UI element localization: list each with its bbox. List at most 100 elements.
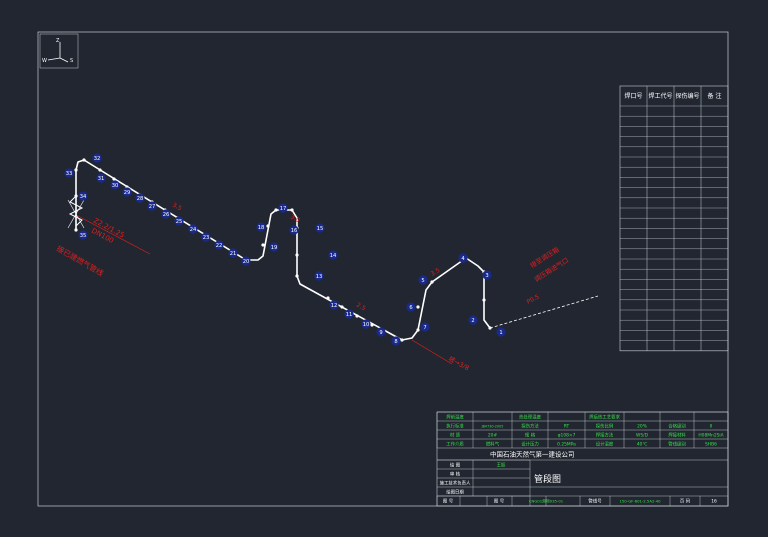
weld-dot (326, 296, 330, 300)
spec-cell-3-1: 燃料气 (486, 440, 500, 447)
weld-label-18: 18 (258, 225, 265, 231)
label-segment-top: 3.5 (171, 202, 183, 213)
spec-cell-1-5: 20% (637, 423, 647, 429)
role-label-0: 绘 图 (450, 461, 461, 468)
weld-label-9: 9 (379, 330, 382, 336)
spec-cell-1-7: II (710, 423, 713, 429)
weld-dot (266, 224, 270, 228)
weld-label-16: 16 (291, 228, 298, 234)
spec-cell-2-2: 规 格 (525, 431, 536, 438)
weld-label-34: 34 (80, 194, 87, 200)
weld-dot (74, 194, 78, 198)
label-origin-left: 接已建燃气管线 (55, 243, 106, 278)
company-name: 中国石油天然气第一建设公司 (490, 450, 575, 459)
label-bottom-slope: 坡→3/8 (447, 354, 471, 372)
weld-label-35: 35 (80, 233, 87, 239)
weld-label-15: 15 (317, 226, 324, 232)
weld-label-13: 13 (316, 274, 323, 280)
title-block: 焊前温度 热处理温度 焊后热工艺要求执行标准 JB4730-2005 探伤方法 RT 探伤比… (436, 411, 729, 507)
spec-cell-2-6: 焊接材料 (668, 431, 686, 438)
role-label-3: 绘图日期 (446, 488, 464, 495)
weld-dot (400, 338, 404, 342)
drawing-canvas: Z W S 焊口号 焊工代号 探伤编号备 注 Z2.2/1.25 DN100 接已建… (37, 31, 729, 507)
weld-label-31: 31 (98, 176, 105, 182)
spec-cell-3-0: 工作介质 (446, 440, 464, 447)
weld-label-29: 29 (124, 190, 131, 196)
weld-dot (416, 328, 420, 332)
weld-dot (295, 253, 299, 257)
weld-dot (74, 168, 78, 172)
spec-cell-3-7: SHB6 (705, 441, 717, 447)
spec-cell-2-1: 20# (488, 432, 498, 438)
spec-cell-1-6: 合格级别 (668, 422, 686, 429)
spec-cell-0-2: 热处理温度 (519, 413, 542, 420)
spec-cell-1-1: JB4730-2005 (481, 424, 504, 428)
weld-label-10: 10 (363, 322, 370, 328)
label-segment-bottom: 2.5 (355, 302, 367, 313)
weld-label-26: 26 (163, 212, 170, 218)
axis-south-label: S (70, 58, 73, 64)
weld-label-7: 7 (423, 325, 426, 331)
weld-label-2: 2 (471, 318, 474, 324)
weld-dot (370, 323, 374, 327)
weld-dot (98, 168, 102, 172)
weld-label-11: 11 (346, 312, 353, 318)
weld-label-25: 25 (176, 219, 183, 225)
weld-dot (295, 274, 299, 278)
label-segment-mid: 3.0 (289, 214, 301, 225)
weld-label-17: 17 (280, 206, 287, 212)
spec-cell-1-4: 探伤比例 (596, 422, 614, 429)
spec-cell-1-3: RT (564, 423, 570, 429)
weld-dot (261, 243, 265, 247)
footer-label-2: 图 号 (494, 499, 505, 505)
weld-dot (416, 305, 420, 309)
weld-label-3: 3 (485, 273, 488, 279)
footer-label-4: 页 码 (680, 498, 691, 505)
spec-cell-0-0: 焊前温度 (446, 413, 464, 420)
role-name-0: 王振 (497, 461, 506, 468)
weld-label-32: 32 (94, 156, 101, 162)
spec-cell-2-7: H08Mn2SiA (698, 432, 723, 438)
weld-label-12: 12 (331, 303, 338, 309)
spec-cell-2-5: WS/D (636, 432, 649, 438)
axis-up-label: Z (56, 38, 60, 44)
spec-cell-3-4: 设计温度 (596, 440, 614, 447)
weld-dot (430, 280, 434, 284)
weld-label-20: 20 (243, 259, 250, 265)
weld-dot (74, 228, 78, 232)
footer-label-1: 图 号 (443, 499, 454, 505)
axis-indicator: Z W S (39, 33, 79, 69)
right-extension-dashed (489, 295, 599, 329)
weld-table-header-3: 备 注 (708, 92, 722, 100)
weld-dot (112, 177, 116, 181)
role-label-2: 施工技术负责人 (440, 479, 471, 486)
spec-cell-2-4: 焊接方法 (596, 431, 614, 438)
spec-cell-2-0: 材 质 (450, 431, 461, 438)
spec-cell-0-4: 焊后热工艺要求 (589, 413, 620, 420)
weld-dot (482, 298, 486, 302)
weld-table-header-0: 焊口号 (624, 92, 642, 100)
weld-dot (290, 208, 294, 212)
drawing-title: 管段图 (534, 473, 561, 485)
weld-label-5: 5 (421, 278, 424, 284)
weld-label-21: 21 (230, 251, 237, 257)
weld-label-27: 27 (149, 204, 156, 210)
weld-label-23: 23 (203, 235, 210, 241)
weld-table-header-2: 探伤编号 (675, 92, 699, 100)
weld-markers: 1234567891011121314151617181920212223242… (64, 153, 506, 346)
weld-dot (355, 314, 359, 318)
weld-dot (274, 208, 278, 212)
weld-label-33: 33 (66, 171, 73, 177)
spec-cell-3-5: 40℃ (637, 441, 648, 447)
footer-value-2: CNG01测项035-01 (529, 499, 564, 504)
weld-label-14: 14 (330, 253, 337, 259)
spec-cell-1-2: 探伤方法 (521, 422, 539, 429)
footer-label-3: 管线号 (588, 498, 602, 505)
spec-cell-1-0: 执行标准 (446, 422, 464, 429)
weld-label-30: 30 (112, 183, 119, 189)
weld-label-19: 19 (271, 245, 278, 251)
axis-west-label: W (42, 58, 47, 64)
spec-cell-3-6: 管线级别 (668, 440, 686, 447)
weld-dot (82, 158, 86, 162)
pipe-route (75, 159, 491, 341)
